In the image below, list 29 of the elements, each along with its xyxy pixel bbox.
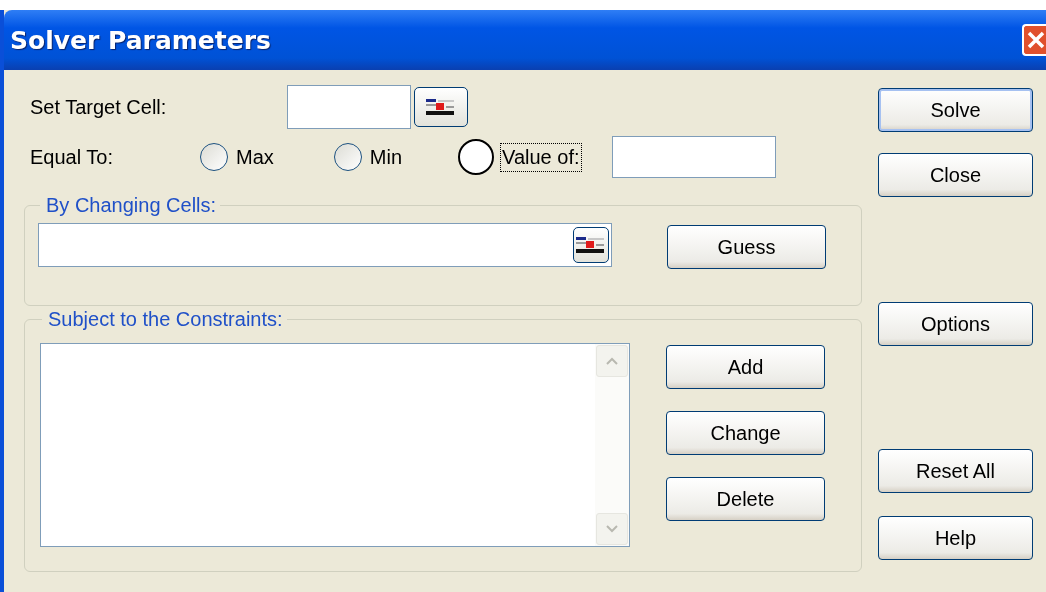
dialog-button[interactable]: Reset All [878,449,1033,493]
scroll-down-icon[interactable] [605,524,619,534]
dialog-button[interactable]: Solve [878,88,1033,132]
dialog-button[interactable]: Close [878,153,1033,197]
scrollbar[interactable] [595,344,629,546]
field-label: Equal To: [30,145,115,169]
cell-reference-button[interactable] [414,87,468,127]
scroll-up-icon[interactable] [605,356,619,366]
radio-label: Max [235,144,275,170]
window-title: Solver Parameters [10,25,271,55]
dialog-button[interactable]: Options [878,302,1033,346]
close-button[interactable] [1022,24,1046,56]
target-cell-field[interactable] [287,85,411,129]
dialog-button[interactable]: Help [878,516,1033,560]
radio-button[interactable] [200,143,228,171]
radio-label: Value of: [500,142,582,172]
constraint-button[interactable]: Add [666,345,825,389]
constraint-button[interactable]: Change [666,411,825,455]
radio-button[interactable] [458,139,495,175]
value-field[interactable] [611,136,776,178]
group-label: Subject to the Constraints: [47,308,284,331]
cell-reference-button[interactable] [573,227,609,263]
field-label: Set Target Cell: [30,95,168,119]
group-label: By Changing Cells: [45,194,218,217]
radio-label: Min [368,144,404,170]
guess-button[interactable]: Guess [667,225,826,269]
changing-cells-field[interactable] [38,223,612,267]
radio-button[interactable] [333,143,362,171]
constraint-button[interactable]: Delete [666,477,825,521]
